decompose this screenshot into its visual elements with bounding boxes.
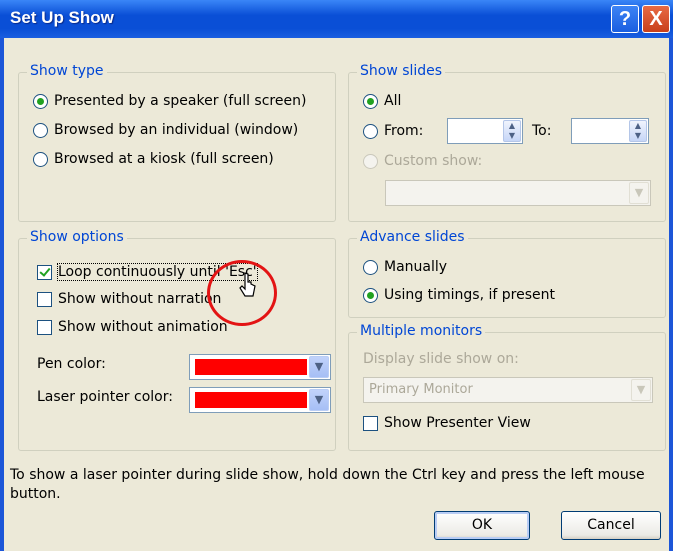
show-without-animation-checkbox[interactable]: Show without animation — [37, 319, 228, 335]
monitor-dropdown[interactable]: Primary Monitor ▼ — [363, 377, 653, 403]
radio-label: Manually — [384, 259, 448, 275]
radio-label: Browsed at a kiosk (full screen) — [54, 151, 274, 167]
radio-button[interactable] — [363, 123, 378, 139]
chevron-down-icon[interactable]: ▼ — [629, 182, 649, 204]
show-without-narration-checkbox[interactable]: Show without narration — [37, 291, 221, 307]
radio-label: Using timings, if present — [384, 287, 555, 303]
show-options-group: Show options Loop continuously until 'Es… — [18, 229, 336, 451]
radio-button[interactable] — [33, 151, 48, 167]
show-type-group: Show type Presented by a speaker (full s… — [18, 63, 336, 222]
checkbox[interactable] — [37, 319, 52, 335]
from-slide-spinner[interactable]: ▲ ▼ — [447, 118, 523, 144]
advance-slides-group: Advance slides Manually Using timings, i… — [348, 229, 666, 318]
radio-label: Presented by a speaker (full screen) — [54, 93, 307, 109]
radio-label: All — [384, 93, 402, 109]
checkbox[interactable] — [37, 291, 52, 307]
chevron-down-icon[interactable]: ▼ — [309, 356, 329, 378]
to-slide-spinner[interactable]: ▲ ▼ — [571, 118, 649, 144]
spinner-arrows-icon[interactable]: ▲ ▼ — [503, 120, 521, 142]
checkbox[interactable] — [37, 264, 52, 280]
custom-show-dropdown[interactable]: ▼ — [385, 180, 651, 206]
radio-button[interactable] — [363, 153, 378, 169]
show-options-legend: Show options — [27, 229, 127, 245]
show-type-legend: Show type — [27, 63, 107, 79]
dialog-body: Show type Presented by a speaker (full s… — [4, 38, 669, 551]
mouse-cursor-icon — [239, 272, 256, 297]
multiple-monitors-group: Multiple monitors Display slide show on:… — [348, 323, 666, 451]
pen-color-label: Pen color: — [37, 356, 106, 372]
radio-button[interactable] — [33, 122, 48, 138]
radio-button[interactable] — [363, 93, 378, 109]
pen-color-swatch — [195, 359, 307, 375]
close-button[interactable]: X — [642, 5, 670, 33]
radio-browsed-by-individual[interactable]: Browsed by an individual (window) — [33, 122, 298, 138]
chevron-down-icon[interactable]: ▼ — [309, 389, 329, 411]
radio-button[interactable] — [363, 287, 378, 303]
laser-color-swatch — [195, 392, 307, 408]
spinner-arrows-icon[interactable]: ▲ ▼ — [629, 120, 647, 142]
multiple-monitors-legend: Multiple monitors — [357, 323, 486, 339]
radio-browsed-at-kiosk[interactable]: Browsed at a kiosk (full screen) — [33, 151, 274, 167]
set-up-show-dialog: Set Up Show ? X Show type Presented by a… — [0, 0, 673, 551]
checkbox-label: Show without narration — [58, 291, 222, 307]
dialog-title: Set Up Show — [10, 8, 114, 27]
radio-label: From: — [384, 123, 424, 139]
checkbox-label: Show without animation — [58, 319, 228, 335]
chevron-down-icon[interactable]: ▼ — [631, 379, 651, 401]
monitor-value: Primary Monitor — [369, 382, 473, 397]
laser-pointer-color-label: Laser pointer color: — [37, 389, 173, 405]
checkbox-label: Show Presenter View — [384, 415, 531, 431]
radio-all-slides[interactable]: All — [363, 93, 401, 109]
help-button[interactable]: ? — [611, 5, 639, 33]
laser-pointer-color-picker[interactable]: ▼ — [189, 387, 331, 413]
radio-manually[interactable]: Manually — [363, 259, 447, 275]
show-slides-legend: Show slides — [357, 63, 446, 79]
show-slides-group: Show slides All From: ▲ ▼ To: ▲ ▼ Custom s… — [348, 63, 666, 222]
laser-pointer-hint: To show a laser pointer during slide sho… — [10, 467, 645, 502]
radio-custom-show[interactable]: Custom show: — [363, 153, 482, 169]
radio-presented-by-speaker[interactable]: Presented by a speaker (full screen) — [33, 93, 306, 109]
title-bar[interactable]: Set Up Show ? X — [0, 0, 673, 38]
radio-from-slide[interactable]: From: — [363, 123, 423, 139]
advance-slides-legend: Advance slides — [357, 229, 468, 245]
checkbox[interactable] — [363, 415, 378, 431]
pen-color-picker[interactable]: ▼ — [189, 354, 331, 380]
radio-button[interactable] — [363, 259, 378, 275]
radio-button[interactable] — [33, 93, 48, 109]
show-presenter-view-checkbox[interactable]: Show Presenter View — [363, 415, 531, 431]
radio-using-timings[interactable]: Using timings, if present — [363, 287, 555, 303]
radio-label: Browsed by an individual (window) — [54, 122, 299, 138]
cancel-button[interactable]: Cancel — [561, 511, 661, 540]
ok-button[interactable]: OK — [434, 511, 530, 540]
to-label: To: — [532, 123, 552, 139]
radio-label: Custom show: — [384, 153, 483, 169]
display-slide-show-on-label: Display slide show on: — [363, 351, 519, 367]
